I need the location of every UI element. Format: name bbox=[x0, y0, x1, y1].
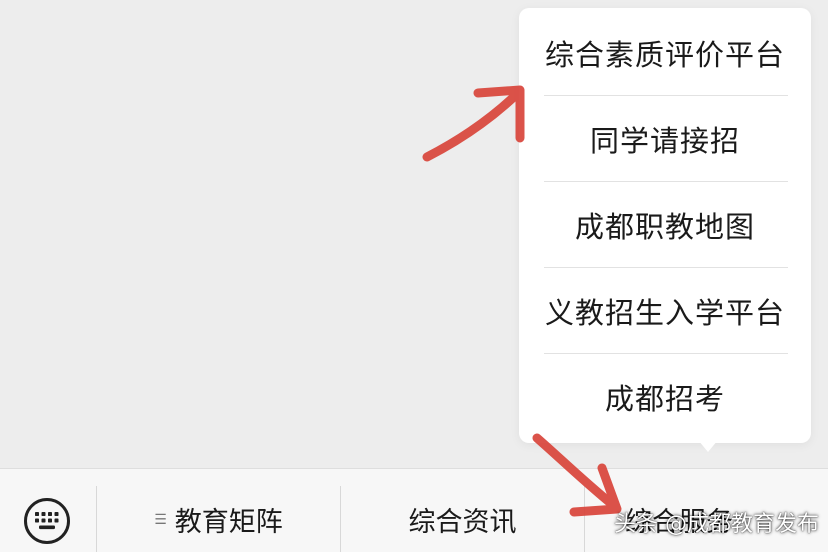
menu-item-enrollment-platform[interactable]: 义教招生入学平台 bbox=[519, 268, 811, 354]
tab-news[interactable]: 综合资讯 bbox=[341, 486, 584, 552]
popup-caret bbox=[698, 440, 718, 452]
menu-item-label: 成都招考 bbox=[604, 382, 725, 416]
menu-item-label: 义教招生入学平台 bbox=[544, 296, 785, 330]
tab-label: 综合资讯 bbox=[408, 506, 517, 538]
menu-item-label: 成都职教地图 bbox=[574, 210, 755, 244]
menu-item-label: 同学请接招 bbox=[589, 124, 740, 158]
tab-label: 教育矩阵 bbox=[174, 506, 283, 538]
menu-item-chengdu-exams[interactable]: 成都招考 bbox=[519, 354, 811, 440]
menu-item-vocational-map[interactable]: 成都职教地图 bbox=[519, 182, 811, 268]
menu-lines-icon: ☰ bbox=[154, 512, 167, 528]
watermark: 头条 @成都教育发布 bbox=[614, 512, 819, 537]
keyboard-toggle-button[interactable] bbox=[24, 498, 70, 544]
menu-item-comprehensive-quality[interactable]: 综合素质评价平台 bbox=[519, 10, 811, 96]
menu-item-label: 综合素质评价平台 bbox=[544, 38, 785, 72]
submenu-popup: 综合素质评价平台 同学请接招 成都职教地图 义教招生入学平台 成都招考 bbox=[519, 8, 811, 443]
keyboard-icon bbox=[35, 512, 59, 530]
tab-education-matrix[interactable]: ☰ 教育矩阵 bbox=[97, 486, 340, 552]
menu-item-classmate-challenge[interactable]: 同学请接招 bbox=[519, 96, 811, 182]
